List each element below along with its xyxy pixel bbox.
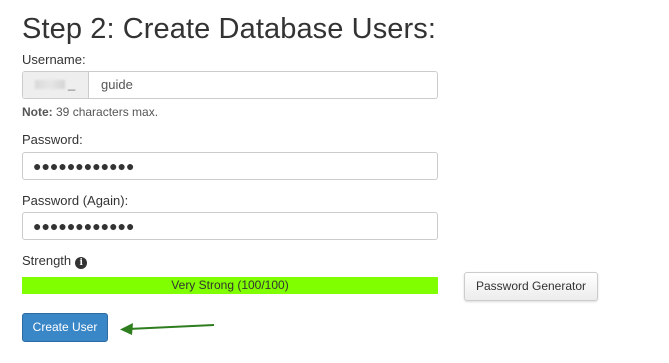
password-field[interactable]: ●●●●●●●●●●●● bbox=[22, 152, 438, 180]
page-title: Step 2: Create Database Users: bbox=[22, 13, 437, 45]
password-generator-button[interactable]: Password Generator bbox=[464, 272, 598, 301]
strength-label: Strength i bbox=[22, 253, 88, 269]
prefix-underscore: _ bbox=[68, 76, 76, 91]
info-icon[interactable]: i bbox=[75, 257, 88, 269]
annotation-arrow-icon bbox=[120, 323, 215, 335]
redacted-prefix bbox=[35, 80, 65, 89]
strength-meter: Very Strong (100/100) bbox=[22, 277, 438, 294]
username-label: Username: bbox=[22, 52, 86, 67]
create-user-button[interactable]: Create User bbox=[22, 313, 108, 342]
strength-label-text: Strength bbox=[22, 253, 72, 268]
username-field[interactable]: _ guide bbox=[22, 71, 438, 99]
create-database-user-form: Step 2: Create Database Users: Username:… bbox=[0, 0, 669, 363]
username-note: Note: 39 characters max. bbox=[22, 104, 158, 120]
password-again-value: ●●●●●●●●●●●● bbox=[33, 218, 135, 234]
username-prefix: _ bbox=[23, 72, 89, 98]
username-value: guide bbox=[101, 77, 133, 92]
password-again-field[interactable]: ●●●●●●●●●●●● bbox=[22, 212, 438, 240]
note-text: 39 characters max. bbox=[52, 105, 159, 119]
password-value: ●●●●●●●●●●●● bbox=[33, 158, 135, 174]
password-label: Password: bbox=[22, 132, 83, 147]
password-again-label: Password (Again): bbox=[22, 193, 129, 208]
note-bold: Note: bbox=[22, 105, 53, 119]
